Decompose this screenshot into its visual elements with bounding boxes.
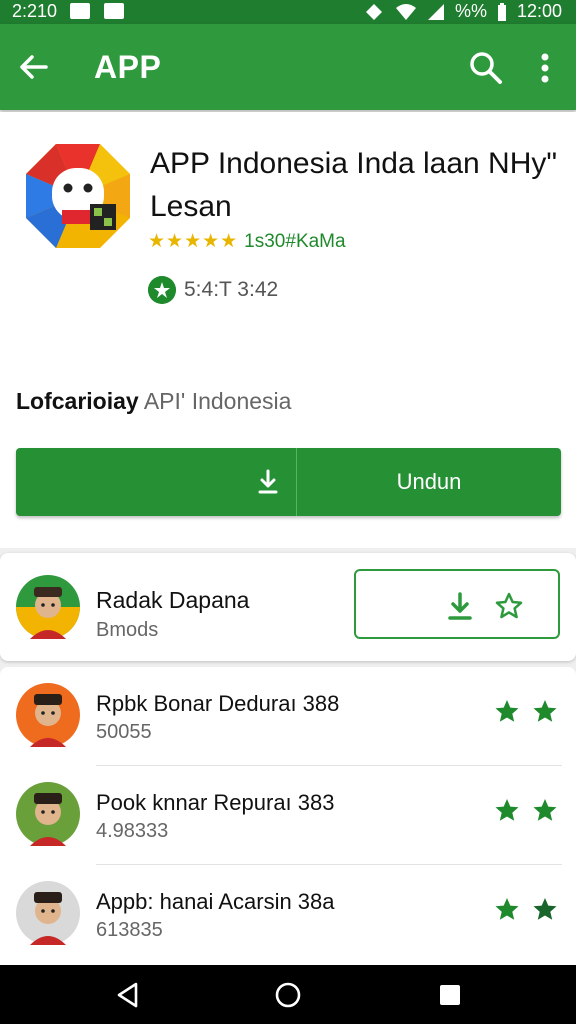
featured-name: Radak Dapana xyxy=(96,587,250,613)
rating-count: 1s30#KaMa xyxy=(244,230,346,252)
download-button[interactable] xyxy=(16,448,296,516)
app-logo-icon xyxy=(26,144,130,248)
list-item-stars xyxy=(494,897,558,923)
list-item[interactable]: Appb: hanai Acarsin 38a 613835 xyxy=(0,865,576,964)
avatar xyxy=(16,683,80,747)
featured-subtitle: Bmods xyxy=(96,619,159,641)
list-item-title: Appb: hanai Acarsin 38a xyxy=(96,889,335,914)
search-icon[interactable] xyxy=(468,50,504,86)
download-icon xyxy=(448,592,472,620)
avatar xyxy=(16,782,80,846)
similar-apps-list: Rpbk Bonar Deduraı 388 50055 Pook knnar … xyxy=(0,667,576,965)
downloads-count: 5:4:T 3:42 xyxy=(184,278,279,301)
status-time-left: 2:210 xyxy=(12,1,58,21)
navigation-bar xyxy=(0,965,576,1024)
star-icon xyxy=(533,700,557,722)
app-bar-title: APP xyxy=(94,49,162,85)
back-arrow-icon[interactable] xyxy=(16,50,50,84)
signal-icon xyxy=(427,3,444,20)
battery-text: %% xyxy=(454,1,487,21)
star-icon xyxy=(533,799,557,821)
rating-row: ★★★★★ 1s30#KaMa xyxy=(148,230,346,253)
nav-recents-icon[interactable] xyxy=(436,981,464,1009)
install-button[interactable]: Undun xyxy=(297,448,561,516)
list-item-subtitle: 613835 xyxy=(96,919,163,941)
nav-back-icon[interactable] xyxy=(114,981,142,1009)
vpn-key-icon xyxy=(365,3,382,20)
app-header-card: APP Indonesia Inda laan NHy" Lesan ★★★★★… xyxy=(0,112,576,548)
battery-icon xyxy=(497,2,506,21)
star-icon xyxy=(533,898,557,920)
developer-line: Lofcarioiay API' Indonesia xyxy=(16,388,291,415)
star-icon xyxy=(495,799,519,821)
app-name: APP Indonesia Inda laan NHy" Lesan xyxy=(150,147,558,223)
avatar xyxy=(16,575,80,639)
star-outline-icon xyxy=(495,592,523,619)
featured-card[interactable]: Radak Dapana Bmods xyxy=(0,553,576,661)
message-notification-icon xyxy=(104,3,124,19)
featured-action-button[interactable] xyxy=(354,569,560,639)
badge-icon xyxy=(148,276,176,304)
star-icon xyxy=(495,700,519,722)
list-item[interactable]: Rpbk Bonar Deduraı 388 50055 xyxy=(0,667,576,766)
list-item-subtitle: 4.98333 xyxy=(96,820,169,842)
list-item-title: Pook knnar Repuraı 383 xyxy=(96,790,335,815)
list-item-stars xyxy=(494,798,558,824)
list-item-subtitle: 50055 xyxy=(96,721,152,743)
more-vert-icon[interactable] xyxy=(530,50,560,86)
developer-label: Lofcarioiay xyxy=(16,388,139,414)
list-item[interactable]: Pook knnar Repuraı 383 4.98333 xyxy=(0,766,576,865)
gmail-notification-icon xyxy=(70,3,90,19)
rating-stars: ★★★★★ xyxy=(148,231,239,252)
status-bar: 2:210 %% 12:00 xyxy=(0,0,576,24)
downloads-row: 5:4:T 3:42 xyxy=(148,276,278,304)
install-bar: Undun xyxy=(16,448,561,516)
nav-home-icon[interactable] xyxy=(274,981,302,1009)
list-item-title: Rpbk Bonar Deduraı 388 xyxy=(96,691,340,716)
app-bar: APP xyxy=(0,24,576,110)
status-time: 12:00 xyxy=(516,1,562,21)
developer-name[interactable]: API' Indonesia xyxy=(144,388,292,414)
star-icon xyxy=(495,898,519,920)
download-icon xyxy=(258,469,278,494)
wifi-icon xyxy=(395,3,416,20)
list-item-stars xyxy=(494,699,558,725)
avatar xyxy=(16,881,80,945)
